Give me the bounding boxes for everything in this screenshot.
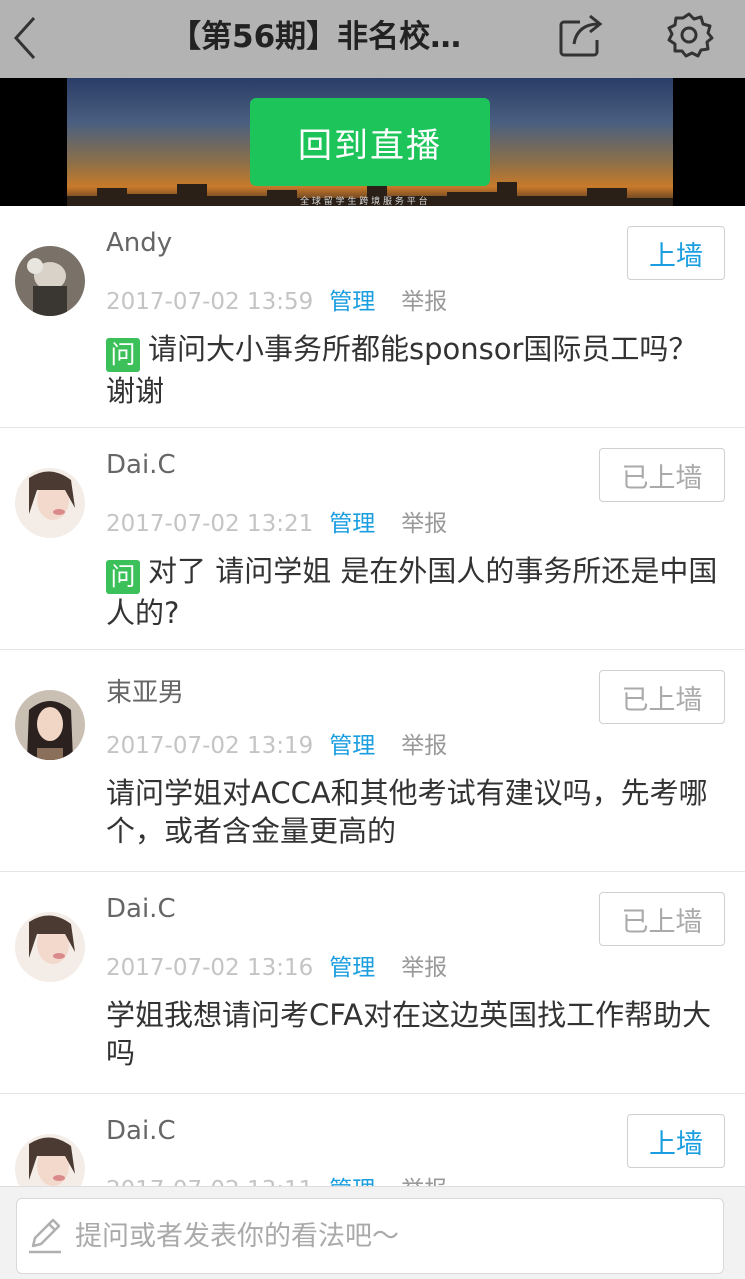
username: Andy <box>106 228 173 258</box>
comment-input-box[interactable] <box>16 1198 724 1274</box>
timestamp: 2017-07-02 13:59 <box>106 289 314 315</box>
pinned-to-wall-button[interactable]: 已上墙 <box>599 448 725 502</box>
comment-text: 请问学姐对ACCA和其他考试有建议吗，先考哪个，或者含金量更高的 <box>106 774 726 850</box>
username: Dai.C <box>106 894 176 924</box>
comment-body: 请问大小事务所都能sponsor国际员工吗？谢谢 <box>106 332 698 408</box>
avatar[interactable] <box>15 468 85 538</box>
username: 束亚男 <box>106 678 185 708</box>
avatar[interactable] <box>15 246 85 316</box>
manage-link[interactable]: 管理 <box>329 955 375 981</box>
navigation-bar: 【第56期】非名校… <box>0 0 745 78</box>
manage-link[interactable]: 管理 <box>329 289 375 315</box>
video-caption: 全 球 留 学 生 跨 境 服 务 平 台 <box>300 197 428 206</box>
timestamp: 2017-07-02 13:11 <box>106 1177 313 1186</box>
chevron-left-icon[interactable] <box>6 12 46 64</box>
comment-input[interactable] <box>75 1220 675 1252</box>
report-link[interactable]: 举报 <box>401 511 447 537</box>
manage-link[interactable]: 管理 <box>329 511 375 537</box>
timestamp: 2017-07-02 13:19 <box>106 733 314 759</box>
composer-bar <box>0 1186 745 1279</box>
pin-to-wall-button[interactable]: 上墙 <box>627 226 725 280</box>
comment-meta: 2017-07-02 13:19 管理 举报 <box>106 726 447 760</box>
comment-text: 学姐我想请问考CFA对在这边英国找工作帮助大吗 <box>106 996 726 1072</box>
comment-body: 对了 请问学姐 是在外国人的事务所还是中国人的? <box>106 554 718 630</box>
share-icon[interactable] <box>556 10 606 60</box>
report-link[interactable]: 举报 <box>401 733 447 759</box>
username: Dai.C <box>106 1116 176 1146</box>
avatar[interactable] <box>15 912 85 982</box>
list-item: Andy 2017-07-02 13:59 管理 举报 问请问大小事务所都能spon… <box>0 206 745 428</box>
pencil-icon <box>29 1218 61 1254</box>
report-link[interactable]: 举报 <box>401 289 447 315</box>
comment-text: 问请问大小事务所都能sponsor国际员工吗？谢谢 <box>106 330 726 410</box>
avatar[interactable] <box>15 690 85 760</box>
question-badge: 问 <box>106 560 140 594</box>
list-item: Dai.C 2017-07-02 13:16 管理 举报 学姐我想请问考CFA对在这… <box>0 872 745 1094</box>
gear-icon[interactable] <box>664 10 714 60</box>
comment-meta: 2017-07-02 13:16 管理 举报 <box>106 948 447 982</box>
video-player[interactable]: 回到直播 全 球 留 学 生 跨 境 服 务 平 台 <box>0 78 745 206</box>
comment-text: 问对了 请问学姐 是在外国人的事务所还是中国人的? <box>106 552 726 632</box>
timestamp: 2017-07-02 13:21 <box>106 511 314 537</box>
pinned-to-wall-button[interactable]: 已上墙 <box>599 670 725 724</box>
pin-to-wall-button[interactable]: 上墙 <box>627 1114 725 1168</box>
list-item: 束亚男 2017-07-02 13:19 管理 举报 请问学姐对ACCA和其他考试有… <box>0 650 745 872</box>
comment-meta: 2017-07-02 13:59 管理 举报 <box>106 282 447 316</box>
comment-meta: 2017-07-02 13:21 管理 举报 <box>106 504 447 538</box>
report-link[interactable]: 举报 <box>401 955 447 981</box>
avatar[interactable] <box>15 1134 85 1186</box>
pinned-to-wall-button[interactable]: 已上墙 <box>599 892 725 946</box>
question-badge: 问 <box>106 338 140 372</box>
comment-body: 请问学姐对ACCA和其他考试有建议吗，先考哪个，或者含金量更高的 <box>106 776 708 848</box>
list-item: Dai.C 2017-07-02 13:11 管理 举报 上墙 <box>0 1094 745 1186</box>
manage-link[interactable]: 管理 <box>329 733 375 759</box>
comment-body: 学姐我想请问考CFA对在这边英国找工作帮助大吗 <box>106 998 712 1070</box>
page-title: 【第56期】非名校… <box>170 19 462 55</box>
manage-link[interactable]: 管理 <box>329 1177 375 1186</box>
comment-meta: 2017-07-02 13:11 管理 举报 <box>106 1170 447 1186</box>
list-item: Dai.C 2017-07-02 13:21 管理 举报 问对了 请问学姐 是在外国… <box>0 428 745 650</box>
report-link[interactable]: 举报 <box>401 1177 447 1186</box>
username: Dai.C <box>106 450 176 480</box>
back-to-live-button[interactable]: 回到直播 <box>250 98 490 186</box>
comment-list[interactable]: Andy 2017-07-02 13:59 管理 举报 问请问大小事务所都能spon… <box>0 206 745 1186</box>
timestamp: 2017-07-02 13:16 <box>106 955 314 981</box>
